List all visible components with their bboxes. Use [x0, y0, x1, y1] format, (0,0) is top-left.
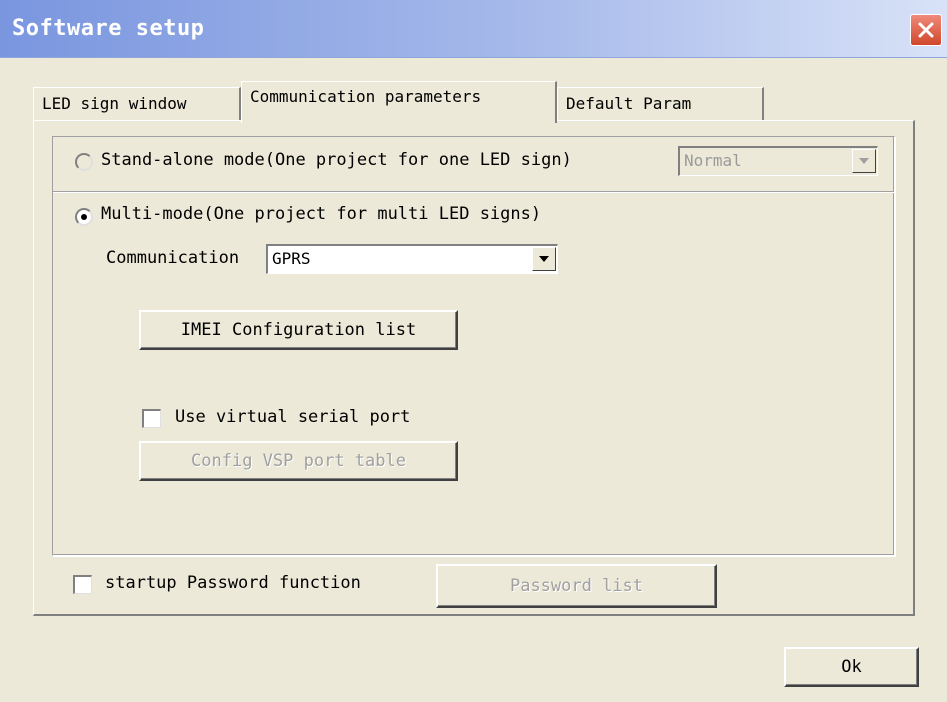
- multi-mode-radio[interactable]: [75, 208, 93, 226]
- communication-dropdown-button[interactable]: [532, 247, 556, 271]
- standalone-mode-select-value: Normal: [684, 151, 742, 170]
- mode-divider: [53, 191, 894, 193]
- chevron-down-icon: [859, 158, 869, 164]
- password-list-button[interactable]: Password list: [436, 564, 717, 608]
- tab-led-sign-window[interactable]: LED sign window: [33, 87, 241, 121]
- communication-select[interactable]: GPRS: [266, 244, 558, 274]
- close-icon: [918, 22, 934, 38]
- standalone-mode-label: Stand-alone mode(One project for one LED…: [101, 150, 572, 170]
- communication-select-value: GPRS: [272, 249, 311, 268]
- chevron-down-icon: [539, 256, 549, 262]
- standalone-mode-radio[interactable]: [75, 153, 93, 171]
- startup-password-checkbox[interactable]: [73, 575, 92, 594]
- multi-mode-label: Multi-mode(One project for multi LED sig…: [101, 204, 542, 224]
- radio-selected-dot: [81, 214, 87, 220]
- startup-password-label: startup Password function: [105, 573, 361, 593]
- close-button[interactable]: [910, 14, 942, 46]
- tab-default-param[interactable]: Default Param: [557, 87, 764, 121]
- config-vsp-port-table-button[interactable]: Config VSP port table: [139, 441, 458, 481]
- tab-communication-parameters[interactable]: Communication parameters: [241, 81, 557, 123]
- standalone-mode-select[interactable]: Normal: [678, 146, 878, 176]
- ok-button[interactable]: Ok: [784, 647, 919, 687]
- communication-label: Communication: [106, 248, 240, 268]
- standalone-dropdown-button[interactable]: [852, 149, 876, 173]
- title-bar: Software setup: [0, 0, 947, 58]
- virtual-serial-port-checkbox[interactable]: [142, 409, 161, 428]
- window-title: Software setup: [12, 16, 205, 41]
- imei-configuration-button[interactable]: IMEI Configuration list: [139, 310, 458, 350]
- virtual-serial-port-label: Use virtual serial port: [175, 407, 411, 427]
